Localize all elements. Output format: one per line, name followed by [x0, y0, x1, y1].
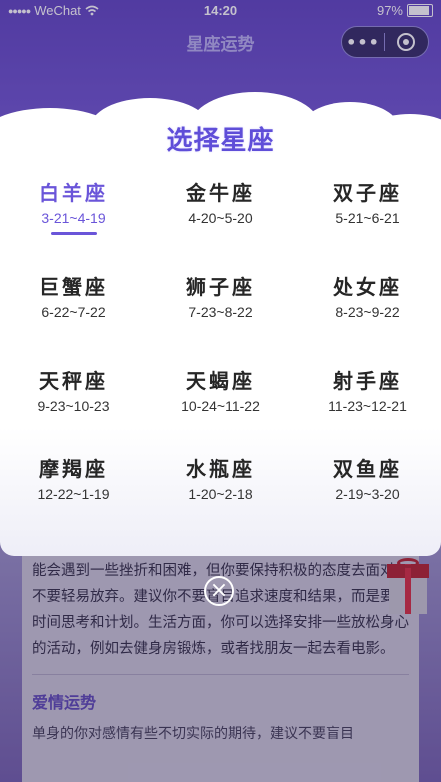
zodiac-date-range: 9-23~10-23 — [37, 398, 110, 414]
zodiac-date-range: 5-21~6-21 — [335, 210, 400, 226]
zodiac-option[interactable]: 狮子座 7-23~8-22 — [147, 272, 294, 320]
zodiac-name: 双鱼座 — [333, 457, 402, 481]
selected-indicator — [50, 232, 97, 235]
zodiac-name: 处女座 — [333, 275, 402, 299]
zodiac-option[interactable]: 天蝎座 10-24~11-22 — [147, 366, 294, 414]
close-circle-icon: × — [209, 578, 229, 603]
close-modal-button[interactable]: × — [204, 576, 234, 606]
zodiac-date-range: 12-22~1-19 — [37, 486, 110, 502]
zodiac-option[interactable]: 摩羯座 12-22~1-19 — [0, 454, 147, 502]
zodiac-option[interactable]: 双鱼座 2-19~3-20 — [294, 454, 441, 502]
zodiac-name: 巨蟹座 — [39, 275, 108, 299]
zodiac-date-range: 10-24~11-22 — [181, 398, 260, 414]
zodiac-option[interactable]: 水瓶座 1-20~2-18 — [147, 454, 294, 502]
zodiac-name: 水瓶座 — [186, 457, 255, 481]
zodiac-name: 天秤座 — [39, 369, 108, 393]
zodiac-option[interactable]: 巨蟹座 6-22~7-22 — [0, 272, 147, 320]
zodiac-date-range: 7-23~8-22 — [188, 304, 253, 320]
zodiac-option[interactable]: 处女座 8-23~9-22 — [294, 272, 441, 320]
zodiac-date-range: 8-23~9-22 — [335, 304, 400, 320]
zodiac-name: 金牛座 — [186, 181, 255, 205]
zodiac-option[interactable]: 金牛座 4-20~5-20 — [147, 178, 294, 226]
zodiac-date-range: 6-22~7-22 — [41, 304, 106, 320]
zodiac-name: 天蝎座 — [186, 369, 255, 393]
zodiac-name: 射手座 — [333, 369, 402, 393]
zodiac-date-range: 4-20~5-20 — [188, 210, 253, 226]
modal-title: 选择星座 — [166, 126, 275, 156]
zodiac-option[interactable]: 双子座 5-21~6-21 — [294, 178, 441, 226]
zodiac-option[interactable]: 白羊座 3-21~4-19 — [0, 178, 147, 235]
zodiac-name: 双子座 — [333, 181, 402, 205]
zodiac-name: 白羊座 — [39, 181, 108, 205]
zodiac-date-range: 3-21~4-19 — [41, 210, 106, 226]
zodiac-date-range: 1-20~2-18 — [188, 486, 253, 502]
zodiac-name: 狮子座 — [186, 275, 255, 299]
zodiac-date-range: 2-19~3-20 — [335, 486, 400, 502]
zodiac-date-range: 11-23~12-21 — [328, 398, 407, 414]
zodiac-option[interactable]: 射手座 11-23~12-21 — [294, 366, 441, 414]
zodiac-option[interactable]: 天秤座 9-23~10-23 — [0, 366, 147, 414]
zodiac-name: 摩羯座 — [39, 457, 108, 481]
